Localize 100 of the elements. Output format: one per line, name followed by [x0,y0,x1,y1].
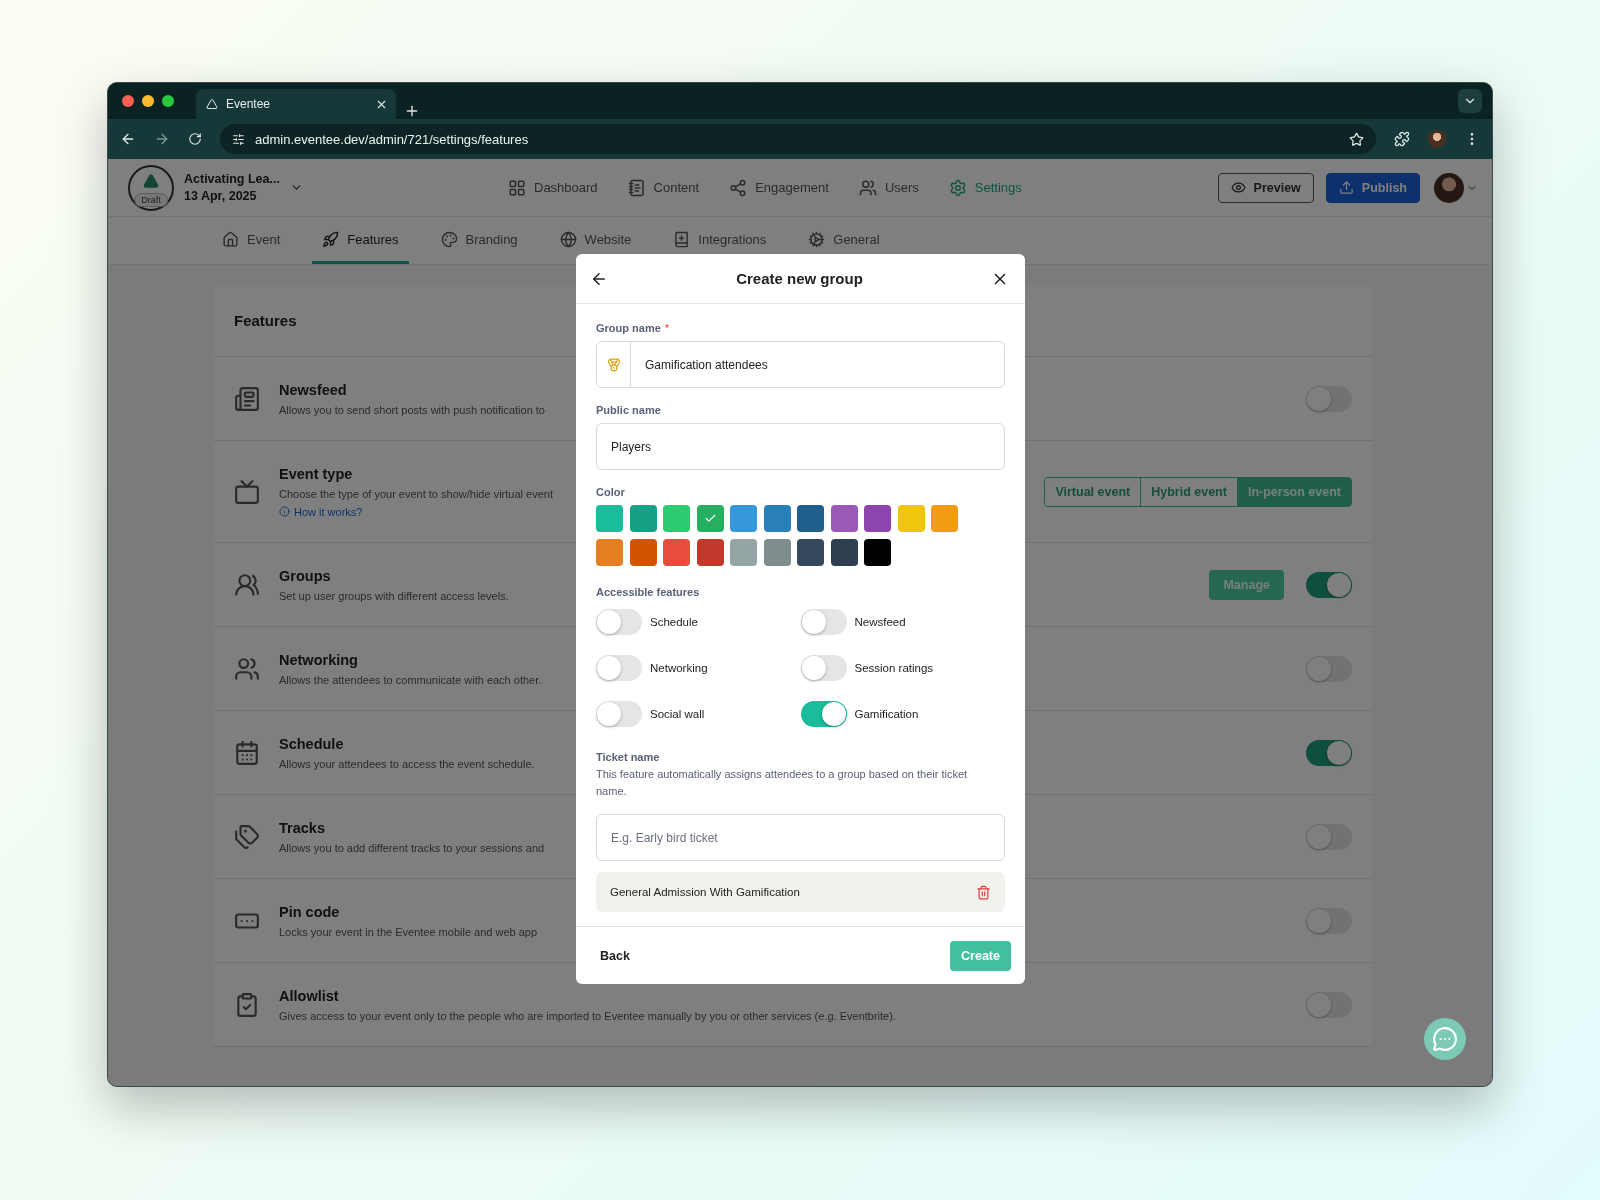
color-swatch[interactable] [897,505,925,532]
feature-description: Choose the type of your event to show/hide virtual event [279,487,553,500]
public-name-field[interactable]: Players [596,423,1005,470]
clipboard-check-icon [234,991,260,1018]
palette-icon [440,230,458,248]
ticket-name-field[interactable]: E.g. Early bird ticket [596,814,1005,861]
feature-title: Pin code [279,903,340,920]
chat-button[interactable] [1424,1018,1466,1060]
feature-description: Gives access to your event only to the people who are imported to Eventee manually by you or other services (e.g. Eventbrite). [279,1009,896,1022]
rocket-icon [322,230,340,248]
color-swatch[interactable] [730,539,757,566]
close-window-button[interactable] [122,95,134,107]
color-swatch[interactable] [596,505,623,532]
nav-item[interactable]: Dashboard [508,178,598,197]
create-button[interactable]: Create [950,940,1011,971]
toggle-switch[interactable] [800,609,847,635]
field-label: Public name [596,404,662,416]
event-date: 13 Apr, 2025 [184,189,258,203]
back-icon[interactable] [120,131,136,147]
nav-item[interactable]: Engagement [729,178,829,197]
toggle-switch[interactable] [1306,823,1352,850]
color-swatch[interactable] [763,539,791,566]
nav-item[interactable]: Settings [948,178,1022,197]
share-icon [729,178,748,197]
toggle-switch[interactable] [1306,655,1352,682]
color-swatch[interactable] [864,505,891,532]
color-swatch[interactable] [830,539,858,566]
toggle-switch[interactable] [1306,385,1352,412]
feature-title: Event type [279,465,353,482]
profile-avatar[interactable] [1428,130,1446,148]
color-swatch[interactable] [730,505,757,532]
color-swatch[interactable] [596,539,623,566]
color-swatch[interactable] [864,539,891,566]
settings-tab[interactable]: Features [312,217,409,264]
feature-label: Social wall [650,708,705,720]
color-swatch[interactable] [797,505,824,532]
settings-tab[interactable]: Website [549,217,642,264]
color-swatch[interactable] [663,539,690,566]
settings-tab[interactable]: General [798,217,890,264]
logo-mark-icon [143,172,159,189]
toggle-switch[interactable] [596,655,642,681]
maximize-window-button[interactable] [162,95,174,107]
color-swatch[interactable] [696,539,724,566]
tv-icon [234,478,260,505]
field-label: Group name [596,322,661,334]
required-mark: * [664,322,670,334]
cogs-icon [808,230,826,248]
bookmark-star-icon[interactable] [1349,131,1364,147]
color-swatch[interactable] [629,539,657,566]
publish-button[interactable]: Publish [1325,172,1420,203]
color-swatch[interactable] [629,505,657,532]
segment-button[interactable]: In-person event [1236,477,1351,506]
tags-icon [234,823,260,850]
how-it-works-link[interactable]: How it works? [279,505,363,518]
back-button[interactable]: Back [600,944,630,967]
globe-icon [559,230,577,248]
user-avatar[interactable] [1434,172,1464,203]
toggle-switch[interactable] [800,701,847,727]
settings-tab[interactable]: Event [212,217,291,264]
minimize-window-button[interactable] [142,95,154,107]
nav-item[interactable]: Content [627,178,700,197]
color-swatch[interactable] [763,505,791,532]
newspaper-icon [234,385,260,412]
toggle-switch[interactable] [1306,739,1352,766]
trash-icon[interactable] [976,884,991,900]
group-icon [234,571,260,598]
toggle-switch[interactable] [596,609,642,635]
color-swatch[interactable] [663,505,690,532]
preview-button[interactable]: Preview [1217,172,1314,203]
medal-icon [606,357,621,372]
address-bar[interactable]: admin.eventee.dev/admin/721/settings/features [220,124,1376,154]
site-settings-icon[interactable] [232,132,245,146]
toggle-switch[interactable] [1306,907,1352,934]
settings-tab[interactable]: Integrations [663,217,777,264]
browser-tab[interactable]: Eventee [196,89,396,119]
url-text: admin.eventee.dev/admin/721/settings/features [255,131,530,147]
reload-icon[interactable] [188,132,202,146]
color-swatch[interactable] [830,505,858,532]
toggle-switch[interactable] [1306,571,1352,598]
toggle-switch[interactable] [596,701,642,727]
dialog-title: Create new group [735,270,864,287]
site-logo-icon [206,98,218,110]
ticket-name: General Admission With Gamification [610,886,801,898]
event-logo[interactable]: Draft [128,164,174,211]
users-icon [858,178,877,197]
color-swatch[interactable] [696,505,724,532]
color-swatch[interactable] [931,505,958,532]
tab-list-button[interactable] [1458,89,1482,113]
field-label: Ticket name [596,751,661,763]
field-label: Accessible features [596,586,701,598]
toggle-switch[interactable] [800,655,847,681]
forward-icon[interactable] [154,131,170,147]
settings-tab[interactable]: Branding [430,217,528,264]
book-plus-icon [673,230,691,248]
new-tab-icon[interactable] [404,103,420,119]
color-swatch[interactable] [797,539,824,566]
toggle-switch[interactable] [1306,991,1352,1018]
feature-label: Networking [650,662,708,674]
extensions-icon[interactable] [1394,131,1410,147]
nav-item[interactable]: Users [858,178,919,197]
